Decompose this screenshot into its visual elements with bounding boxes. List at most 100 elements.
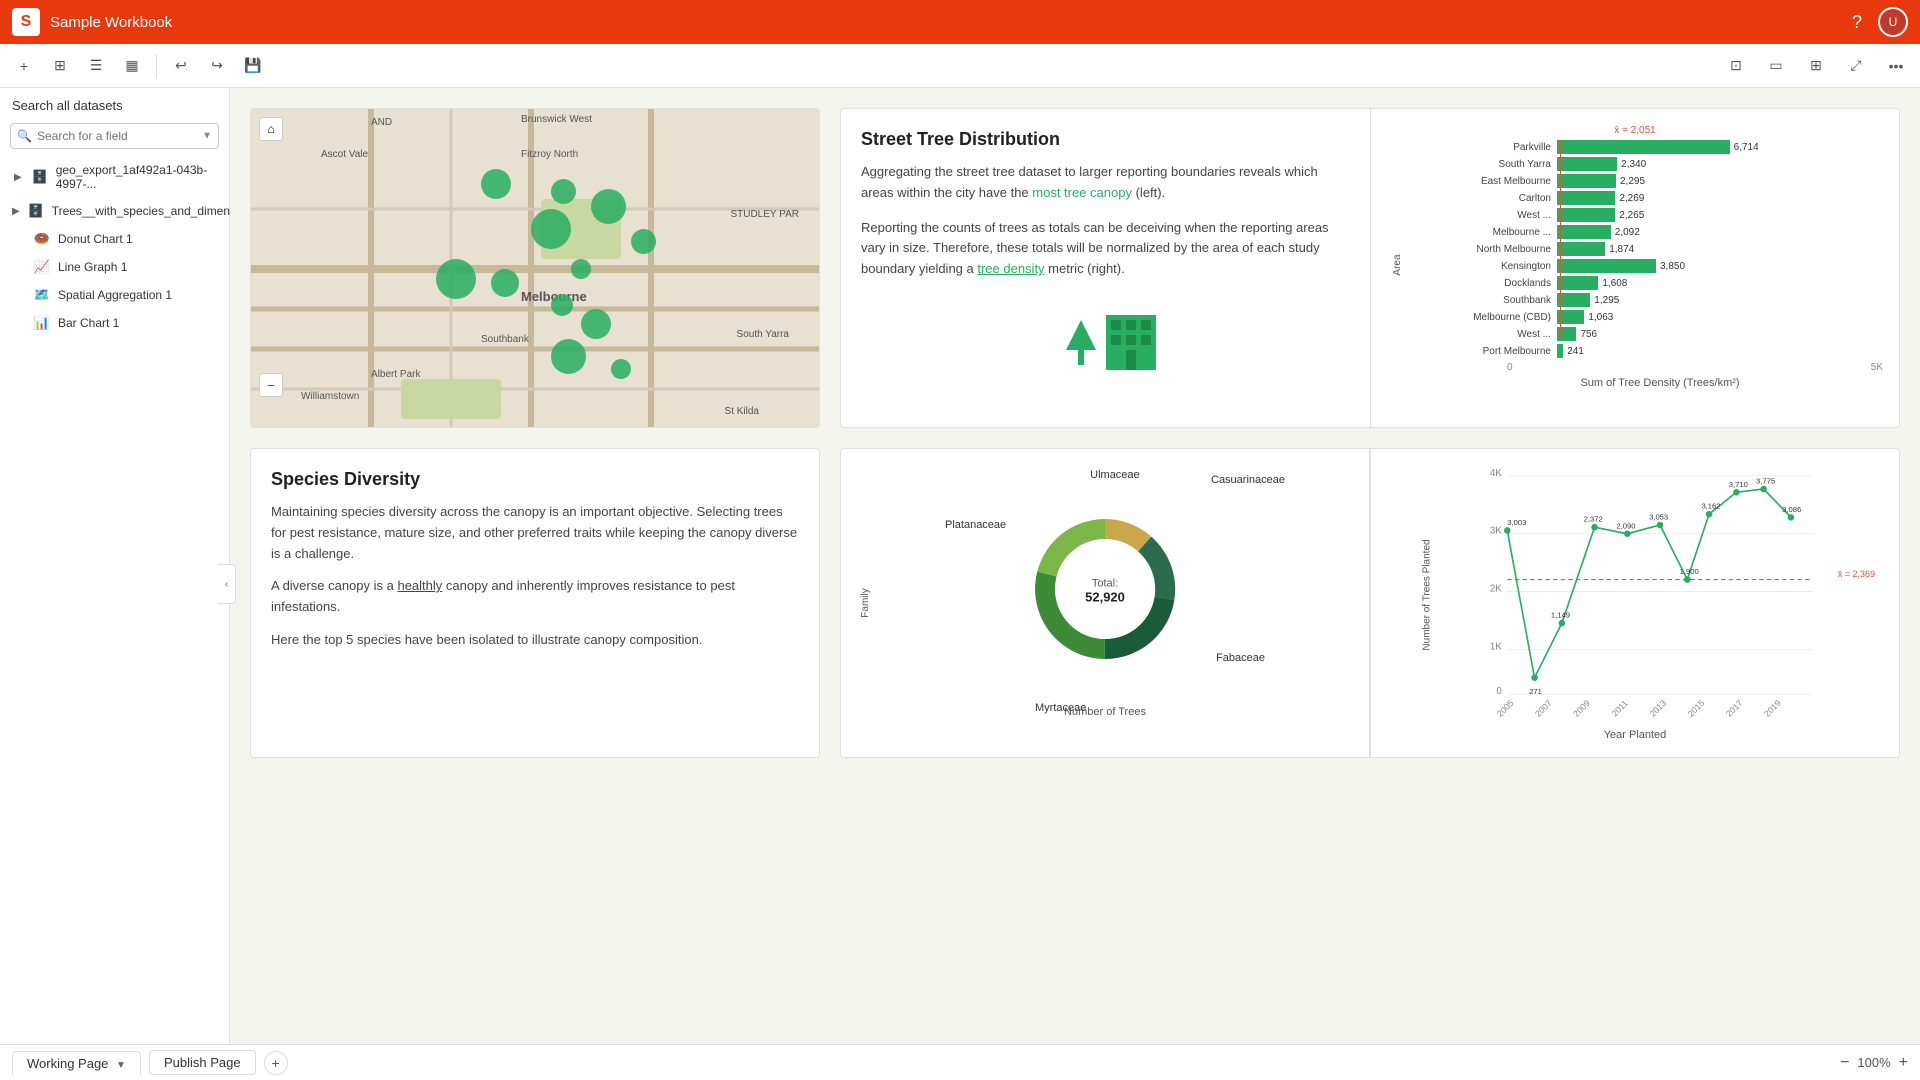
tree-illustration-svg [1046, 300, 1166, 380]
line-chart-svg: 4K 3K 2K 1K 0 [1437, 465, 1883, 705]
svg-text:3,162: 3,162 [1701, 502, 1720, 511]
bar-chart-card: x̄ = 2,051 Area Parkville 6,714 South Ya… [1370, 108, 1900, 428]
publish-page-button[interactable]: Publish Page [149, 1050, 256, 1075]
street-tree-title: Street Tree Distribution [861, 129, 1350, 150]
map-zoom-out-button[interactable]: − [259, 373, 283, 397]
avatar[interactable]: U [1878, 7, 1908, 37]
save-button[interactable]: 💾 [237, 50, 269, 82]
sidebar-expand-geo_export[interactable]: ▶ [12, 170, 24, 184]
sidebar-search-container: 🔍 ▼ [10, 123, 219, 149]
bar-fill-0 [1557, 140, 1730, 154]
donut-family-axis-label: Family [860, 588, 871, 617]
donut-svg-container: Ulmaceae Casuarinaceae Fabaceae Myrtacea… [1005, 489, 1205, 694]
healthly-link: healthly [397, 578, 442, 593]
donut-label-myrtaceae: Myrtaceae [1035, 702, 1086, 714]
canvas: AND Ascot Vale Fitzroy North STUDLEY PAR… [230, 88, 1920, 778]
sidebar-item-donut_chart_1[interactable]: 🍩 Donut Chart 1 [0, 225, 229, 253]
bar-chart-row: West ... 756 [1437, 327, 1883, 341]
redo-button[interactable]: ↪ [201, 50, 233, 82]
sidebar-item-geo_export[interactable]: ▶ 🗄️ geo_export_1af492a1-043b-4997-... [0, 157, 229, 197]
working-page-dropdown-icon[interactable]: ▼ [116, 1060, 126, 1071]
bar-value-11: 756 [1580, 329, 1597, 340]
species-para2: A diverse canopy is a healthly canopy an… [271, 576, 799, 618]
bar-chart-row: Kensington 3,850 [1437, 259, 1883, 273]
bar-value-9: 1,295 [1594, 295, 1619, 306]
svg-text:4K: 4K [1490, 468, 1502, 479]
sidebar-expand-spatial_aggregation_1[interactable] [12, 288, 26, 302]
sidebar-label-line_graph_1: Line Graph 1 [58, 260, 127, 274]
bar-track-3: 2,269 [1557, 191, 1883, 205]
svg-text:1,900: 1,900 [1680, 567, 1699, 576]
help-icon[interactable]: ? [1852, 12, 1862, 33]
bar-label-11: West ... [1437, 329, 1557, 340]
bar-label-5: Melbourne ... [1437, 227, 1557, 238]
search-input[interactable] [10, 123, 219, 149]
sidebar-expand-donut_chart_1[interactable] [12, 232, 26, 246]
bar-chart-row: East Melbourne 2,295 [1437, 174, 1883, 188]
svg-text:1,149: 1,149 [1551, 611, 1570, 620]
add-page-button[interactable]: + [264, 1051, 288, 1075]
line-chart-avg-label: x̄ = 2,369 [1838, 569, 1875, 579]
map-cluster-12 [436, 259, 476, 299]
working-page-tab[interactable]: Working Page ▼ [12, 1051, 141, 1075]
sidebar-label-bar_chart_1: Bar Chart 1 [58, 316, 119, 330]
bar-chart-container: Area Parkville 6,714 South Yarra 2,340 E… [1387, 140, 1883, 389]
map-cluster-10 [551, 339, 586, 374]
donut-center-label: Total: 52,920 [1085, 578, 1125, 605]
sidebar-item-spatial_aggregation_1[interactable]: 🗺️ Spatial Aggregation 1 [0, 281, 229, 309]
bar-value-5: 2,092 [1615, 227, 1640, 238]
sidebar-collapse-button[interactable]: ‹ [218, 564, 236, 604]
svg-text:1K: 1K [1490, 641, 1502, 652]
app-logo: S [12, 8, 40, 36]
bar-label-1: South Yarra [1437, 159, 1557, 170]
bar-label-0: Parkville [1437, 142, 1557, 153]
bar-chart-row: Carlton 2,269 [1437, 191, 1883, 205]
sidebar-expand-bar_chart_1[interactable] [12, 316, 26, 330]
zoom-out-button[interactable]: − [1840, 1054, 1849, 1072]
zoom-level-label: 100% [1857, 1055, 1890, 1070]
content-area: AND Ascot Vale Fitzroy North STUDLEY PAR… [230, 88, 1920, 1080]
bar-chart-row: Melbourne (CBD) 1,063 [1437, 310, 1883, 324]
map-cluster-11 [611, 359, 631, 379]
grid-toggle-button[interactable]: ⊞ [1800, 50, 1832, 82]
species-diversity-card: Species Diversity Maintaining species di… [250, 448, 820, 758]
sidebar-icon-geo_export: 🗄️ [32, 169, 48, 185]
zoom-in-button[interactable]: + [1899, 1054, 1908, 1072]
data-button[interactable]: ⊞ [44, 50, 76, 82]
device-button[interactable]: ▭ [1760, 50, 1792, 82]
bar-label-4: West ... [1437, 210, 1557, 221]
fullscreen-button[interactable]: ⤢ [1840, 50, 1872, 82]
map-home-button[interactable]: ⌂ [259, 117, 283, 141]
svg-text:2013: 2013 [1647, 698, 1668, 719]
sidebar-expand-trees[interactable]: ▶ [12, 204, 20, 218]
more-options-button[interactable]: ••• [1880, 50, 1912, 82]
bar-fill-10 [1557, 310, 1584, 324]
bar-label-2: East Melbourne [1437, 176, 1557, 187]
search-dropdown-icon[interactable]: ▼ [202, 131, 212, 142]
svg-text:2,090: 2,090 [1616, 521, 1635, 530]
map-background[interactable]: AND Ascot Vale Fitzroy North STUDLEY PAR… [251, 109, 819, 427]
topbar-right: ? U [1852, 7, 1908, 37]
bottom-right-section: Family Ulmaceae Casuarinaceae Fabaceae M… [840, 448, 1900, 758]
sidebar-icon-spatial_aggregation_1: 🗺️ [34, 287, 50, 303]
bar-chart-x-axis: 0 5K [1437, 362, 1883, 373]
table-button[interactable]: ☰ [80, 50, 112, 82]
bar-fill-9 [1557, 293, 1590, 307]
layout-button[interactable]: ▦ [116, 50, 148, 82]
fit-button[interactable]: ⊡ [1720, 50, 1752, 82]
sidebar-item-trees[interactable]: ▶ 🗄️ Trees__with_species_and_dimensi... [0, 197, 229, 225]
undo-button[interactable]: ↩ [165, 50, 197, 82]
sidebar-icon-trees: 🗄️ [28, 203, 44, 219]
map-cluster-1 [481, 169, 511, 199]
sidebar-expand-line_graph_1[interactable] [12, 260, 26, 274]
undo-icon: ↩ [175, 57, 187, 74]
bar-value-12: 241 [1567, 346, 1584, 357]
sidebar-item-line_graph_1[interactable]: 📈 Line Graph 1 [0, 253, 229, 281]
bar-label-6: North Melbourne [1437, 244, 1557, 255]
sidebar-item-bar_chart_1[interactable]: 📊 Bar Chart 1 [0, 309, 229, 337]
main-layout: Search all datasets 🔍 ▼ ▶ 🗄️ geo_export_… [0, 88, 1920, 1080]
bar-value-6: 1,874 [1609, 244, 1634, 255]
new-button[interactable]: + [8, 50, 40, 82]
save-icon: 💾 [244, 57, 261, 74]
bar-track-1: 2,340 [1557, 157, 1883, 171]
